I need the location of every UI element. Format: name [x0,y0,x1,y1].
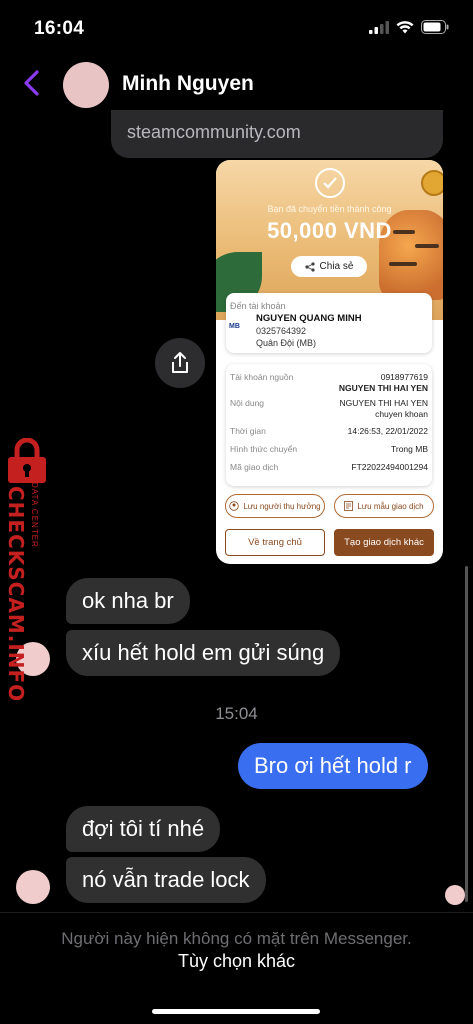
detail-value: Trong MB [390,444,428,454]
signal-icon [369,20,389,34]
recipient-card: Đến tài khoản MB NGUYEN QUANG MINH 03257… [226,293,432,353]
user-icon [229,501,240,511]
battery-icon [421,20,449,34]
detail-value: chuyen khoan [375,409,428,419]
coin-decoration [421,170,443,196]
incoming-message[interactable]: xíu hết hold em gửi súng [66,630,341,676]
transfer-receipt-image[interactable]: Bạn đã chuyển tiền thành công 50,000 VND… [216,160,443,564]
link-domain: steamcommunity.com [127,122,301,142]
incoming-message[interactable]: ok nha br [66,578,190,624]
chevron-left-icon [24,70,39,96]
recipient-bank: Quân Đội (MB) [256,338,317,348]
home-button: Về trang chủ [225,529,325,556]
save-template-label: Lưu mẫu giao dịch [357,501,424,511]
status-bar: 16:04 [0,0,473,58]
bank-logo: MB [229,323,240,330]
success-check-icon [315,168,345,198]
contact-name[interactable]: Minh Nguyen [122,72,254,96]
detail-row: Nội dung NGUYEN THI HAI YEN chuyen khoan [230,398,428,419]
detail-value: 0918977619 [380,372,428,382]
incoming-message[interactable]: đợi tôi tí nhé [66,806,221,852]
watermark: CHECKSCAM.INFO DATA CENTER [0,438,56,702]
save-recipient-button: Lưu người thụ hưởng [225,494,325,518]
composer-footer: Người này hiện không có mặt trên Messeng… [0,912,473,1024]
watermark-brand: CHECKSCAM.INFO [4,486,28,703]
template-icon [344,501,354,511]
detail-value: FT22022494001294 [351,462,428,472]
detail-label: Tài khoản nguồn [230,372,294,382]
lock-icon [8,438,46,483]
status-time: 16:04 [34,18,85,39]
detail-label: Thời gian [230,426,266,436]
detail-row: Hình thức chuyển Trong MB [230,444,428,454]
timestamp-separator: 15:04 [215,704,258,723]
outgoing-message[interactable]: Bro ơi hết hold r [238,743,428,789]
share-upload-icon [172,352,188,373]
more-options-link[interactable]: Tùy chọn khác [0,951,473,972]
transaction-details: Tài khoản nguồn 0918977619 NGUYEN THI HA… [226,364,432,486]
detail-label: Hình thức chuyển [230,444,298,454]
link-preview-bubble[interactable]: steamcommunity.com [111,110,443,158]
detail-value: NGUYEN THI HAI YEN [338,383,428,393]
share-label: Chia sẻ [319,261,354,272]
home-indicator[interactable] [152,1009,320,1014]
detail-label: Mã giao dịch [230,462,279,472]
new-transaction-button: Tạo giao dịch khác [334,529,434,556]
transfer-amount: 50,000 VND [267,218,392,243]
detail-label: Nội dung [230,398,265,408]
save-template-button: Lưu mẫu giao dịch [334,494,434,518]
save-recipient-label: Lưu người thụ hưởng [243,501,321,511]
unavailable-note: Người này hiện không có mặt trên Messeng… [61,929,412,948]
scrollbar[interactable] [465,566,468,902]
contact-avatar-small[interactable] [16,870,50,904]
detail-row: Mã giao dịch FT22022494001294 [230,462,428,472]
detail-row: Thời gian 14:26:53, 22/01/2022 [230,426,428,436]
detail-value: NGUYEN THI HAI YEN [339,398,428,408]
status-icons [369,20,449,34]
watermark-sub: DATA CENTER [30,482,39,548]
contact-avatar[interactable] [63,62,109,108]
share-icon [304,261,315,272]
recipient-label: Đến tài khoản [230,301,286,311]
detail-value: 14:26:53, 22/01/2022 [347,426,428,436]
success-text: Bạn đã chuyển tiền thành công [267,204,392,214]
conversation-header: Minh Nguyen [0,58,473,110]
incoming-message[interactable]: nó vẫn trade lock [66,857,266,903]
recipient-name: NGUYEN QUANG MINH [256,313,362,324]
back-button[interactable] [18,68,46,98]
read-receipt-avatar [445,885,465,905]
recipient-account: 0325764392 [256,326,307,336]
message-list[interactable]: steamcommunity.com Bạn đã chuyển tiền th… [0,110,473,912]
detail-row: Tài khoản nguồn 0918977619 NGUYEN THI HA… [230,372,428,393]
share-button: Chia sẻ [291,256,367,277]
wifi-icon [396,20,414,33]
share-image-button[interactable] [155,338,205,388]
